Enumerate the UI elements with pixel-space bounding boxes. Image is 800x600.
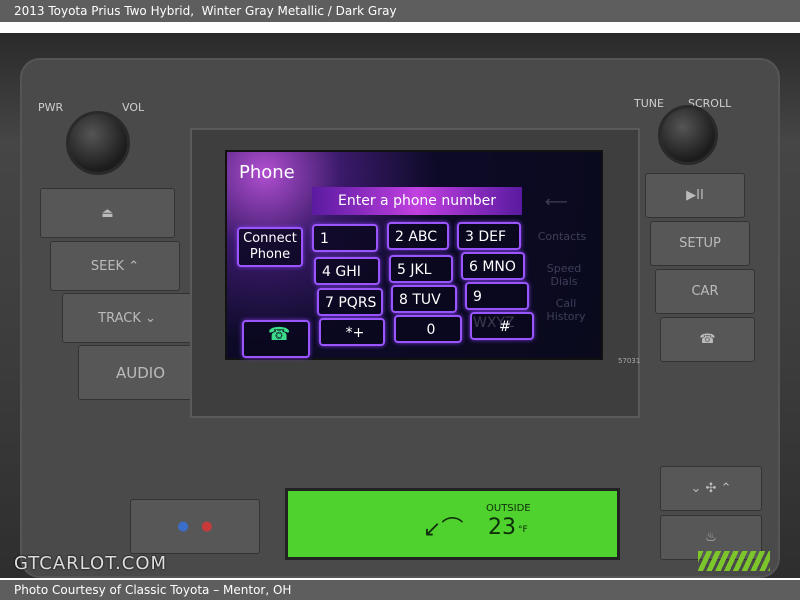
tune-label: TUNE: [634, 97, 664, 110]
fan-icon: ⌄ ✣ ⌃: [690, 481, 732, 496]
car-button[interactable]: CAR: [655, 269, 755, 314]
key-1[interactable]: 1: [312, 224, 378, 252]
seek-button[interactable]: SEEK ⌃: [50, 241, 180, 291]
phone-handset-icon: ☎: [268, 324, 291, 345]
audio-button[interactable]: AUDIO: [78, 345, 203, 400]
key-2[interactable]: 2 ABC: [387, 222, 449, 250]
temp-unit: °F: [518, 525, 528, 535]
phone-button[interactable]: ☎: [660, 317, 755, 362]
outside-label: OUTSIDE: [486, 503, 531, 514]
caption-header: 2013 Toyota Prius Two Hybrid, Winter Gra…: [0, 0, 800, 22]
pwr-label: PWR: [38, 101, 64, 114]
speed-dials-button[interactable]: Speed Dials: [539, 262, 589, 288]
key-5[interactable]: 5 JKL: [389, 255, 453, 283]
key-6[interactable]: 6 MNO: [461, 252, 525, 280]
climate-display: ↙⌒ OUTSIDE 23 °F: [285, 488, 620, 560]
key-4[interactable]: 4 GHI: [314, 257, 380, 285]
seat-heater-buttons[interactable]: ● ●: [130, 499, 260, 554]
key-0[interactable]: 0: [394, 315, 462, 343]
key-8[interactable]: 8 TUV: [391, 285, 457, 313]
screen-title: Phone: [239, 162, 295, 183]
defrost-icon: ♨: [705, 530, 717, 545]
key-star-plus[interactable]: *+: [319, 318, 385, 346]
play-pause-button[interactable]: ▶II: [645, 173, 745, 218]
call-history-button[interactable]: Call History: [541, 297, 591, 323]
touchscreen: Phone Enter a phone number Connect Phone…: [225, 150, 603, 360]
back-arrow-icon[interactable]: ⟵: [545, 192, 568, 211]
call-button[interactable]: ☎: [242, 320, 310, 358]
eject-button[interactable]: ⏏: [40, 188, 175, 238]
vol-label: VOL: [122, 101, 145, 114]
outside-temp: 23: [488, 515, 516, 540]
gtcarlot-stripes-logo: [698, 551, 770, 571]
gtcarlot-watermark: GTCARLOT.COM: [14, 553, 168, 574]
tune-knob[interactable]: [658, 105, 718, 165]
fan-speed-buttons[interactable]: ⌄ ✣ ⌃: [660, 466, 762, 511]
setup-button[interactable]: SETUP: [650, 221, 750, 266]
key-3[interactable]: 3 DEF: [457, 222, 521, 250]
contacts-button[interactable]: Contacts: [537, 230, 587, 243]
vehicle-title: 2013 Toyota Prius Two Hybrid,: [14, 4, 195, 18]
track-button[interactable]: TRACK ⌄: [62, 293, 192, 343]
key-hash[interactable]: #: [470, 312, 534, 340]
part-code: 57031: [618, 357, 641, 365]
key-7[interactable]: 7 PQRS: [317, 288, 383, 316]
ac-airflow-icon: ↙⌒: [423, 517, 464, 542]
dashboard-photo: PWR VOL TUNE SCROLL ⏏ SEEK ⌃ TRACK ⌄ AUD…: [0, 33, 800, 578]
caption-footer: Photo Courtesy of Classic Toyota – Mento…: [0, 580, 800, 600]
volume-knob[interactable]: [66, 111, 130, 175]
key-9[interactable]: 9 WXYZ: [465, 282, 529, 331]
phone-number-field[interactable]: Enter a phone number: [312, 187, 522, 215]
connect-phone-button[interactable]: Connect Phone: [237, 227, 303, 267]
vehicle-color: Winter Gray Metallic / Dark Gray: [201, 4, 397, 18]
